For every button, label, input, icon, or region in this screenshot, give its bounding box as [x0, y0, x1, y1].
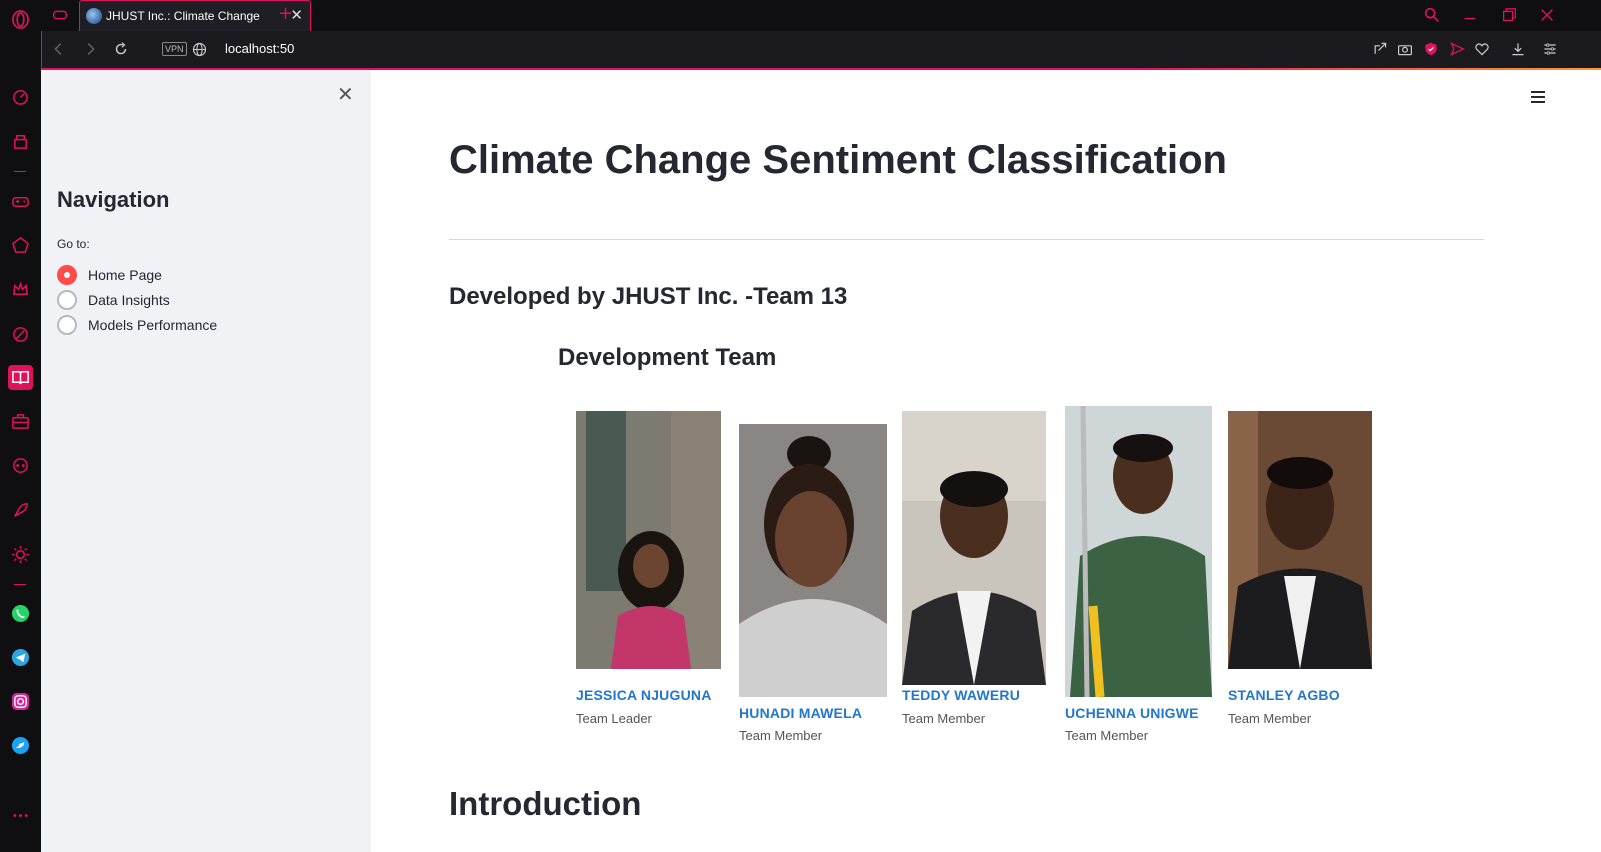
url-field[interactable]: localhost:50: [225, 41, 294, 56]
team-heading: Development Team: [558, 344, 777, 371]
easy-setup-icon[interactable]: [1542, 41, 1558, 57]
forward-icon[interactable]: [81, 40, 99, 58]
main-content: Climate Change Sentiment Classification …: [371, 70, 1601, 852]
nav-option-label: Models Performance: [88, 317, 218, 333]
search-tabs-icon[interactable]: [1423, 6, 1441, 24]
browser-sidebar: [0, 0, 41, 852]
member-role: Team Member: [1228, 711, 1312, 726]
nav-option-models-performance[interactable]: Models Performance: [57, 315, 217, 335]
leaf-icon[interactable]: [10, 324, 31, 345]
share-icon[interactable]: [1372, 41, 1388, 57]
goto-label: Go to:: [57, 237, 90, 251]
radio-models-performance[interactable]: [57, 315, 77, 335]
divider: [449, 239, 1484, 240]
member-role: Team Member: [739, 728, 823, 743]
nav-option-home-page[interactable]: Home Page: [57, 265, 162, 285]
restore-icon[interactable]: [1500, 6, 1518, 24]
nav-option-label: Data Insights: [88, 292, 170, 308]
shop-icon[interactable]: [10, 131, 31, 152]
app-sidebar: ✕ Navigation Go to: Home Page Data Insig…: [41, 70, 371, 852]
tab-title: JHUST Inc.: Climate Change: [106, 9, 260, 23]
radio-home-page[interactable]: [57, 265, 77, 285]
instagram-icon[interactable]: [10, 691, 31, 712]
member-name: HUNADI MAWELA: [739, 705, 863, 721]
telegram-icon[interactable]: [10, 647, 31, 668]
site-favicon-icon: [86, 8, 102, 24]
briefcase-icon[interactable]: [10, 411, 31, 432]
developed-by-heading: Developed by JHUST Inc. -Team 13: [449, 283, 848, 310]
whatsapp-icon[interactable]: [10, 603, 31, 624]
member-role: Team Member: [1065, 728, 1149, 743]
download-icon[interactable]: [1510, 41, 1526, 57]
rocket-icon[interactable]: [10, 500, 31, 521]
tab-bar: JHUST Inc.: Climate Change ✕ +: [41, 0, 1601, 31]
member-name: UCHENNA UNIGWE: [1065, 705, 1199, 721]
sidebar-title: Navigation: [57, 187, 170, 212]
close-window-icon[interactable]: [1538, 6, 1556, 24]
introduction-heading: Introduction: [449, 785, 642, 822]
member-name: JESSICA NJUGUNA: [576, 687, 712, 703]
globe-icon: [192, 42, 207, 57]
twitter-icon[interactable]: [10, 735, 31, 756]
member-photo-hunadi: [739, 424, 887, 697]
new-tab-icon[interactable]: +: [278, 3, 293, 24]
nav-option-data-insights[interactable]: Data Insights: [57, 290, 170, 310]
radio-data-insights[interactable]: [57, 290, 77, 310]
crown-icon[interactable]: [10, 279, 31, 300]
opera-logo-icon[interactable]: [10, 9, 31, 30]
member-name: TEDDY WAWERU: [902, 687, 1021, 703]
member-role: Team Leader: [576, 711, 652, 726]
skull-icon[interactable]: [10, 456, 31, 477]
reload-icon[interactable]: [112, 40, 130, 58]
member-photo-uchenna: [1065, 406, 1212, 697]
heart-icon[interactable]: [1474, 41, 1490, 57]
send-icon[interactable]: [1449, 41, 1465, 57]
active-tab[interactable]: JHUST Inc.: Climate Change ✕: [79, 0, 311, 31]
nav-option-label: Home Page: [88, 267, 162, 283]
adblock-shield-icon[interactable]: [1423, 41, 1439, 57]
member-photo-stanley: [1228, 411, 1372, 669]
camera-icon[interactable]: [1397, 41, 1413, 57]
gamepad-icon[interactable]: [10, 191, 31, 212]
page-title: Climate Change Sentiment Classification: [449, 138, 1227, 182]
close-sidebar-icon[interactable]: ✕: [337, 82, 354, 106]
shape-icon[interactable]: [10, 235, 31, 256]
workspace-icon[interactable]: [51, 6, 69, 24]
member-photo-teddy: [902, 411, 1046, 685]
hamburger-menu-icon[interactable]: [1531, 88, 1545, 106]
minimize-icon[interactable]: [1461, 6, 1479, 24]
member-photo-jessica: [576, 411, 721, 669]
book-icon[interactable]: [10, 367, 31, 388]
member-role: Team Member: [902, 711, 986, 726]
member-name: STANLEY AGBO: [1228, 687, 1340, 703]
back-icon[interactable]: [50, 40, 68, 58]
vpn-badge[interactable]: VPN: [162, 42, 187, 56]
address-bar: VPN localhost:50: [41, 31, 1601, 69]
speed-dial-icon[interactable]: [10, 86, 31, 107]
more-icon[interactable]: [10, 805, 31, 826]
sun-icon[interactable]: [10, 544, 31, 565]
